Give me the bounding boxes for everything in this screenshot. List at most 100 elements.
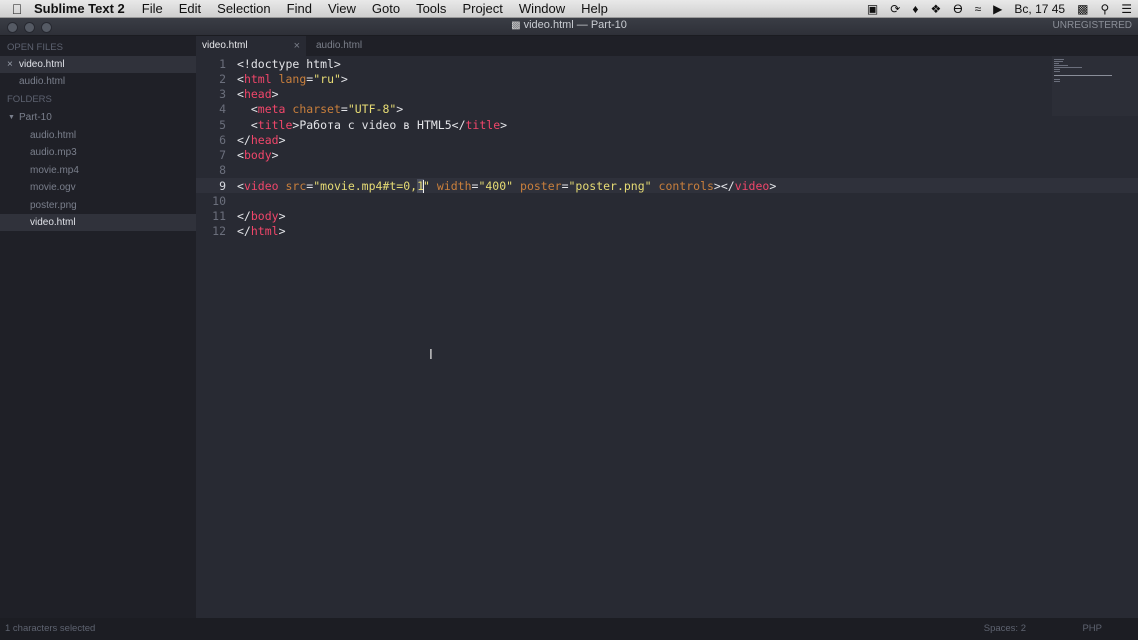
file-label: audio.mp3 xyxy=(30,147,77,158)
spotlight-icon[interactable]: ⚲ xyxy=(1100,2,1109,16)
attribute-value: "poster.png" xyxy=(568,179,652,193)
apple-icon[interactable]:  xyxy=(0,1,34,17)
minimap-line xyxy=(1054,79,1060,80)
folder-file-poster-png[interactable]: poster.png xyxy=(0,197,196,214)
code-token: </ xyxy=(237,224,251,238)
dropbox-icon[interactable]: ❖ xyxy=(930,2,941,16)
notification-center-icon[interactable]: ☰ xyxy=(1121,2,1132,16)
file-label: poster.png xyxy=(30,200,77,211)
menu-help[interactable]: Help xyxy=(573,1,616,16)
tag-name: html xyxy=(243,72,272,86)
tab-video-html[interactable]: video.html × xyxy=(196,36,306,56)
code-line-7: <body> xyxy=(237,148,279,162)
minimap-line xyxy=(1054,75,1112,76)
window-titlebar: ▩ video.html — Part-10 UNREGISTERED xyxy=(0,18,1138,36)
menu-extras: ▣ ⟳ ♦ ❖ ϴ ≈ ▶ Вс, 17 45 ▩ ⚲ ☰ xyxy=(867,0,1132,17)
close-file-icon[interactable]: × xyxy=(7,56,13,73)
code-token: > xyxy=(340,72,348,86)
syntax-setting[interactable]: PHP xyxy=(1082,623,1102,634)
attribute-value: " xyxy=(423,179,430,193)
line-number: 6 xyxy=(219,133,226,147)
code-line-2: <html lang="ru"> xyxy=(237,72,348,86)
code-token: <!doctype html> xyxy=(237,57,341,71)
selection-status: 1 characters selected xyxy=(5,623,96,634)
sync-icon[interactable]: ⟳ xyxy=(890,2,900,16)
indentation-setting[interactable]: Spaces: 2 xyxy=(984,623,1026,634)
attribute-name: lang xyxy=(278,72,307,86)
line-number: 3 xyxy=(219,87,226,101)
code-token: < xyxy=(237,72,244,86)
line-number: 2 xyxy=(219,72,226,86)
code-token: < xyxy=(237,118,258,132)
tag-name: meta xyxy=(257,102,286,116)
menu-window[interactable]: Window xyxy=(511,1,573,16)
code-editor[interactable]: 1 2 3 4 5 6 7 8 9 10 11 12 <!doctype htm… xyxy=(196,56,1138,618)
code-line-6: </head> xyxy=(237,133,286,147)
tab-bar: video.html × audio.html xyxy=(196,36,1138,56)
folder-expanded-icon[interactable]: ▼ xyxy=(8,109,15,126)
code-token: = xyxy=(561,179,569,193)
tag-name: video xyxy=(243,179,279,193)
clock[interactable]: Вс, 17 45 xyxy=(1014,2,1065,16)
minimap-line xyxy=(1054,65,1068,66)
folders-header: FOLDERS xyxy=(7,94,52,105)
screen-record-icon[interactable]: ▣ xyxy=(867,2,878,16)
code-token: < xyxy=(237,148,244,162)
open-file-video-html[interactable]: × video.html xyxy=(0,56,196,73)
tag-name: body xyxy=(250,209,279,223)
file-label: movie.ogv xyxy=(30,182,76,193)
code-line-1: <!doctype html> xyxy=(237,57,341,71)
folder-part-10[interactable]: ▼ Part-10 xyxy=(0,109,196,126)
volume-icon[interactable]: ▶ xyxy=(993,2,1002,16)
text-cursor-icon: I xyxy=(429,348,433,363)
code-token: > xyxy=(271,87,279,101)
minimap-line xyxy=(1054,71,1060,72)
code-token: </ xyxy=(237,209,251,223)
status-bar: 1 characters selected Spaces: 2 PHP xyxy=(0,618,1138,640)
code-token: < xyxy=(237,87,244,101)
tag-name: body xyxy=(243,148,272,162)
open-files-header: OPEN FILES xyxy=(7,42,63,53)
menu-project[interactable]: Project xyxy=(454,1,510,16)
app-menu[interactable]: Sublime Text 2 xyxy=(34,1,125,16)
code-line-9: <video src="movie.mp4#t=0,1" width="400"… xyxy=(237,179,776,193)
wifi-icon[interactable]: ≈ xyxy=(975,2,982,16)
menu-tools[interactable]: Tools xyxy=(408,1,454,16)
tab-label: audio.html xyxy=(316,40,363,51)
attribute-value: "ru" xyxy=(313,72,341,86)
file-label: movie.mp4 xyxy=(30,165,79,176)
code-token: > xyxy=(278,133,286,147)
code-token: > xyxy=(278,224,286,238)
menu-file[interactable]: File xyxy=(134,1,171,16)
folder-file-movie-mp4[interactable]: movie.mp4 xyxy=(0,162,196,179)
file-label: video.html xyxy=(30,217,76,228)
menu-bar:  Sublime Text 2 File Edit Selection Fin… xyxy=(0,0,1138,18)
attribute-name: controls xyxy=(658,179,714,193)
folder-file-video-html[interactable]: video.html xyxy=(0,214,196,231)
menu-selection[interactable]: Selection xyxy=(209,1,278,16)
code-line-12: </html> xyxy=(237,224,286,238)
bell-icon[interactable]: ♦ xyxy=(912,2,918,16)
menu-goto[interactable]: Goto xyxy=(364,1,408,16)
tag-name: head xyxy=(250,133,279,147)
minimap-line xyxy=(1054,59,1064,60)
menu-edit[interactable]: Edit xyxy=(171,1,209,16)
code-token: < xyxy=(237,102,258,116)
open-file-audio-html[interactable]: audio.html xyxy=(0,73,196,90)
sidebar: OPEN FILES × video.html audio.html FOLDE… xyxy=(0,36,196,618)
folder-file-audio-html[interactable]: audio.html xyxy=(0,127,196,144)
bluetooth-icon[interactable]: ϴ xyxy=(953,2,962,16)
folder-file-movie-ogv[interactable]: movie.ogv xyxy=(0,179,196,196)
tag-name: video xyxy=(734,179,770,193)
tab-close-icon[interactable]: × xyxy=(294,36,300,56)
battery-icon[interactable]: ▩ xyxy=(1077,2,1088,16)
menu-find[interactable]: Find xyxy=(279,1,320,16)
folder-file-audio-mp3[interactable]: audio.mp3 xyxy=(0,144,196,161)
line-number: 12 xyxy=(212,224,226,238)
minimap[interactable] xyxy=(1052,56,1138,116)
menu-view[interactable]: View xyxy=(320,1,364,16)
line-number: 10 xyxy=(212,194,226,208)
tab-audio-html[interactable]: audio.html xyxy=(310,36,420,56)
attribute-name: poster xyxy=(520,179,562,193)
